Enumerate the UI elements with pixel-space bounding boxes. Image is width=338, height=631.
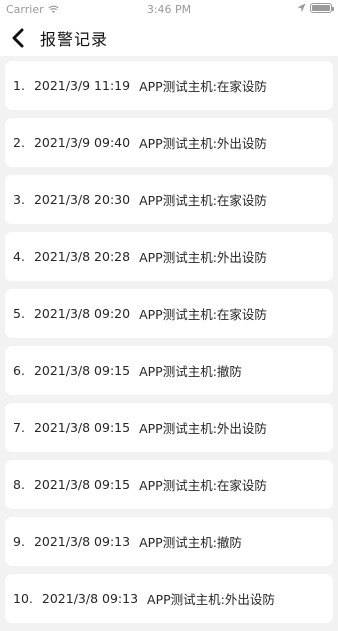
record-datetime: 2021/3/8 09:15 [33,420,131,435]
record-index: 7. [13,420,25,435]
record-datetime: 2021/3/9 11:19 [33,78,131,93]
record-message: APP测试主机:在家设防 [139,307,267,322]
record-datetime: 2021/3/8 20:30 [33,192,131,207]
alarm-record-item[interactable]: 8. 2021/3/8 09:15 APP测试主机:在家设防 [5,460,333,509]
alarm-record-item[interactable]: 5. 2021/3/8 09:20 APP测试主机:在家设防 [5,289,333,338]
alarm-record-item[interactable]: 9. 2021/3/8 09:13 APP测试主机:撤防 [5,517,333,566]
alarm-record-item[interactable]: 4. 2021/3/8 20:28 APP测试主机:外出设防 [5,232,333,281]
record-datetime: 2021/3/8 09:15 [33,477,131,492]
battery-icon [310,3,334,13]
alarm-record-list[interactable]: 1. 2021/3/9 11:19 APP测试主机:在家设防 2. 2021/3/9 0… [5,61,333,631]
page-title: 报警记录 [40,30,109,49]
alarm-record-item[interactable]: 2. 2021/3/9 09:40 APP测试主机:外出设防 [5,118,333,167]
record-message: APP测试主机:在家设防 [139,193,267,208]
record-message: APP测试主机:撤防 [139,535,242,550]
record-index: 2. [13,135,25,150]
record-index: 4. [13,249,25,264]
record-datetime: 2021/3/9 09:40 [33,135,131,150]
battery-fill [312,5,330,11]
alarm-record-item[interactable]: 6. 2021/3/8 09:15 APP测试主机:撤防 [5,346,333,395]
back-button[interactable] [2,20,34,56]
record-index: 5. [13,306,25,321]
alarm-record-item[interactable]: 3. 2021/3/8 20:30 APP测试主机:在家设防 [5,175,333,224]
location-arrow-icon [297,3,306,13]
record-index: 1. [13,78,25,93]
alarm-record-item[interactable]: 10. 2021/3/8 09:13 APP测试主机:外出设防 [5,574,333,623]
record-message: APP测试主机:在家设防 [139,478,267,493]
record-message: APP测试主机:撤防 [139,364,242,379]
record-index: 9. [13,534,25,549]
chevron-left-icon [12,28,24,48]
record-datetime: 2021/3/8 09:20 [33,306,131,321]
record-index: 10. [13,591,33,606]
record-message: APP测试主机:外出设防 [139,136,267,151]
record-message: APP测试主机:外出设防 [139,250,267,265]
record-index: 6. [13,363,25,378]
record-datetime: 2021/3/8 09:13 [33,534,131,549]
alarm-record-item[interactable]: 1. 2021/3/9 11:19 APP测试主机:在家设防 [5,61,333,110]
record-datetime: 2021/3/8 09:13 [41,591,139,606]
record-message: APP测试主机:外出设防 [139,421,267,436]
status-bar: Carrier 3:46 PM [0,0,338,20]
alarm-record-item[interactable]: 7. 2021/3/8 09:15 APP测试主机:外出设防 [5,403,333,452]
status-right [297,3,334,13]
record-index: 3. [13,192,25,207]
record-message: APP测试主机:在家设防 [139,79,267,94]
record-index: 8. [13,477,25,492]
record-datetime: 2021/3/8 09:15 [33,363,131,378]
record-message: APP测试主机:外出设防 [147,592,275,607]
record-datetime: 2021/3/8 20:28 [33,249,131,264]
status-time: 3:46 PM [146,3,192,16]
navigation-bar: 报警记录 [0,20,338,56]
